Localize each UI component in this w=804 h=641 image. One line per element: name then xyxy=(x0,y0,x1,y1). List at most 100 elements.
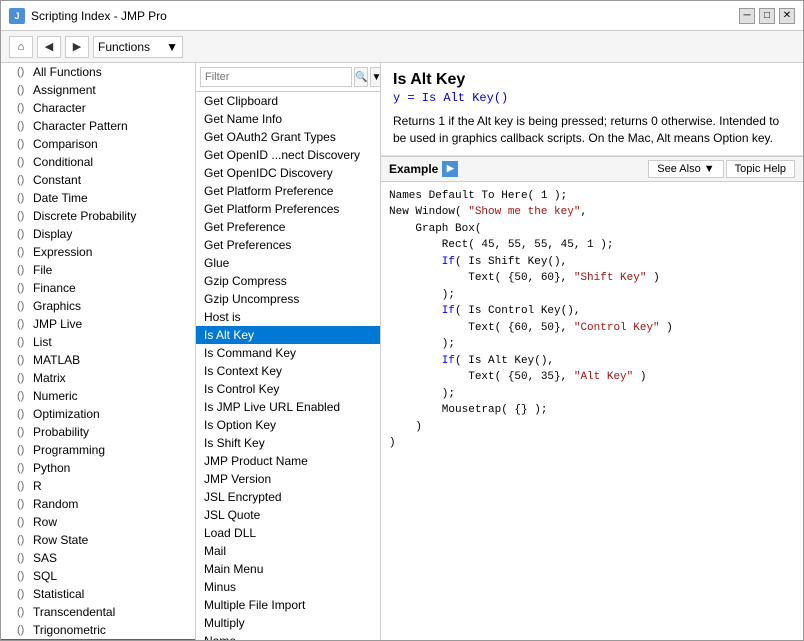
sidebar-item-assignment[interactable]: ()Assignment xyxy=(1,81,195,99)
category-prefix-constant: () xyxy=(17,174,29,186)
category-prefix-row-state: () xyxy=(17,534,29,546)
func-item-get-openidc-discovery[interactable]: Get OpenIDC Discovery xyxy=(196,164,380,182)
func-item-main-menu[interactable]: Main Menu xyxy=(196,560,380,578)
func-item-jmp-product-name[interactable]: JMP Product Name xyxy=(196,452,380,470)
func-item-is-command-key[interactable]: Is Command Key xyxy=(196,344,380,362)
forward-button[interactable]: ▶ xyxy=(65,36,89,58)
sidebar-item-finance[interactable]: ()Finance xyxy=(1,279,195,297)
sidebar-item-row[interactable]: ()Row xyxy=(1,513,195,531)
title-bar-controls[interactable]: ─ □ ✕ xyxy=(739,8,795,24)
sidebar-item-python[interactable]: ()Python xyxy=(1,459,195,477)
func-item-get-platform-prefs[interactable]: Get Platform Preferences xyxy=(196,200,380,218)
sidebar-item-expression[interactable]: ()Expression xyxy=(1,243,195,261)
category-prefix-assignment: () xyxy=(17,84,29,96)
category-label-row-state: Row State xyxy=(33,533,88,547)
maximize-button[interactable]: □ xyxy=(759,8,775,24)
sidebar-item-utility[interactable]: ()Utility xyxy=(1,639,195,640)
func-item-multiply[interactable]: Multiply xyxy=(196,614,380,632)
back-button[interactable]: ◀ xyxy=(37,36,61,58)
sidebar-item-date-time[interactable]: ()Date Time xyxy=(1,189,195,207)
func-item-get-oauth2-grant[interactable]: Get OAuth2 Grant Types xyxy=(196,128,380,146)
sidebar-item-display[interactable]: ()Display xyxy=(1,225,195,243)
sidebar-item-numeric[interactable]: ()Numeric xyxy=(1,387,195,405)
code-line: Rect( 45, 55, 55, 45, 1 ); xyxy=(389,237,795,254)
func-item-jsl-encrypted[interactable]: JSL Encrypted xyxy=(196,488,380,506)
code-line: ) xyxy=(389,419,795,436)
func-item-host-is[interactable]: Host is xyxy=(196,308,380,326)
sidebar-item-discrete-probability[interactable]: ()Discrete Probability xyxy=(1,207,195,225)
code-line: Text( {60, 50}, "Control Key" ) xyxy=(389,320,795,337)
category-prefix-random: () xyxy=(17,498,29,510)
sidebar-item-jmp-live[interactable]: ()JMP Live xyxy=(1,315,195,333)
sidebar-item-list[interactable]: ()List xyxy=(1,333,195,351)
sidebar-item-probability[interactable]: ()Probability xyxy=(1,423,195,441)
func-item-minus[interactable]: Minus xyxy=(196,578,380,596)
function-syntax: y = Is Alt Key() xyxy=(393,91,791,105)
func-item-get-platform-pref[interactable]: Get Platform Preference xyxy=(196,182,380,200)
func-item-name[interactable]: Name xyxy=(196,632,380,640)
func-item-get-openid-connect[interactable]: Get OpenID ...nect Discovery xyxy=(196,146,380,164)
category-prefix-probability: () xyxy=(17,426,29,438)
func-item-is-jmp-live-url[interactable]: Is JMP Live URL Enabled xyxy=(196,398,380,416)
func-item-get-name-info[interactable]: Get Name Info xyxy=(196,110,380,128)
sidebar-item-matrix[interactable]: ()Matrix xyxy=(1,369,195,387)
sidebar-item-sas[interactable]: ()SAS xyxy=(1,549,195,567)
category-label-random: Random xyxy=(33,497,78,511)
sidebar-item-statistical[interactable]: ()Statistical xyxy=(1,585,195,603)
sidebar-item-character-pattern[interactable]: ()Character Pattern xyxy=(1,117,195,135)
categories-panel: ()All Functions()Assignment()Character()… xyxy=(1,63,196,640)
func-item-jmp-version[interactable]: JMP Version xyxy=(196,470,380,488)
minimize-button[interactable]: ─ xyxy=(739,8,755,24)
close-button[interactable]: ✕ xyxy=(779,8,795,24)
code-line: If( Is Shift Key(), xyxy=(389,254,795,271)
detail-panel: Is Alt Key y = Is Alt Key() Returns 1 if… xyxy=(381,63,803,640)
func-item-is-option-key[interactable]: Is Option Key xyxy=(196,416,380,434)
topic-help-button[interactable]: Topic Help xyxy=(726,160,795,178)
category-label-character: Character xyxy=(33,101,86,115)
see-also-button[interactable]: See Also ▼ xyxy=(648,160,723,178)
sidebar-item-all[interactable]: ()All Functions xyxy=(1,63,195,81)
func-item-get-clipboard[interactable]: Get Clipboard xyxy=(196,92,380,110)
sidebar-item-r[interactable]: ()R xyxy=(1,477,195,495)
category-prefix-matlab: () xyxy=(17,354,29,366)
category-label-graphics: Graphics xyxy=(33,299,81,313)
sidebar-item-character[interactable]: ()Character xyxy=(1,99,195,117)
sidebar-item-constant[interactable]: ()Constant xyxy=(1,171,195,189)
sidebar-item-random[interactable]: () Random xyxy=(1,495,195,513)
func-item-multiple-file-import[interactable]: Multiple File Import xyxy=(196,596,380,614)
func-item-glue[interactable]: Glue xyxy=(196,254,380,272)
sidebar-item-matlab[interactable]: ()MATLAB xyxy=(1,351,195,369)
func-item-is-alt-key[interactable]: Is Alt Key xyxy=(196,326,380,344)
category-label-file: File xyxy=(33,263,52,277)
func-item-mail[interactable]: Mail xyxy=(196,542,380,560)
home-button[interactable]: ⌂ xyxy=(9,36,33,58)
func-item-jsl-quote[interactable]: JSL Quote xyxy=(196,506,380,524)
sidebar-item-file[interactable]: ()File xyxy=(1,261,195,279)
sidebar-item-programming[interactable]: ()Programming xyxy=(1,441,195,459)
sidebar-item-sql[interactable]: ()SQL xyxy=(1,567,195,585)
filter-input[interactable] xyxy=(200,67,352,87)
sidebar-item-optimization[interactable]: ()Optimization xyxy=(1,405,195,423)
func-item-is-control-key[interactable]: Is Control Key xyxy=(196,380,380,398)
func-item-gzip-compress[interactable]: Gzip Compress xyxy=(196,272,380,290)
func-item-is-context-key[interactable]: Is Context Key xyxy=(196,362,380,380)
play-icon[interactable]: ▶ xyxy=(442,161,458,177)
func-item-is-shift-key[interactable]: Is Shift Key xyxy=(196,434,380,452)
sidebar-item-graphics[interactable]: ()Graphics xyxy=(1,297,195,315)
category-prefix-expression: () xyxy=(17,246,29,258)
filter-bar: 🔍 ▼ xyxy=(196,63,380,92)
func-item-get-preference[interactable]: Get Preference xyxy=(196,218,380,236)
func-item-get-preferences[interactable]: Get Preferences xyxy=(196,236,380,254)
search-icon[interactable]: 🔍 xyxy=(354,67,368,87)
sidebar-item-trigonometric[interactable]: ()Trigonometric xyxy=(1,621,195,639)
sidebar-item-conditional[interactable]: ()Conditional xyxy=(1,153,195,171)
sidebar-item-comparison[interactable]: ()Comparison xyxy=(1,135,195,153)
func-item-gzip-uncompress[interactable]: Gzip Uncompress xyxy=(196,290,380,308)
category-prefix-r: () xyxy=(17,480,29,492)
sidebar-item-row-state[interactable]: () Row State xyxy=(1,531,195,549)
sidebar-item-transcendental[interactable]: ()Transcendental xyxy=(1,603,195,621)
functions-dropdown[interactable]: Functions ▼ xyxy=(93,36,183,58)
filter-dropdown-button[interactable]: ▼ xyxy=(370,67,381,87)
func-item-load-dll[interactable]: Load DLL xyxy=(196,524,380,542)
code-line: If( Is Alt Key(), xyxy=(389,353,795,370)
